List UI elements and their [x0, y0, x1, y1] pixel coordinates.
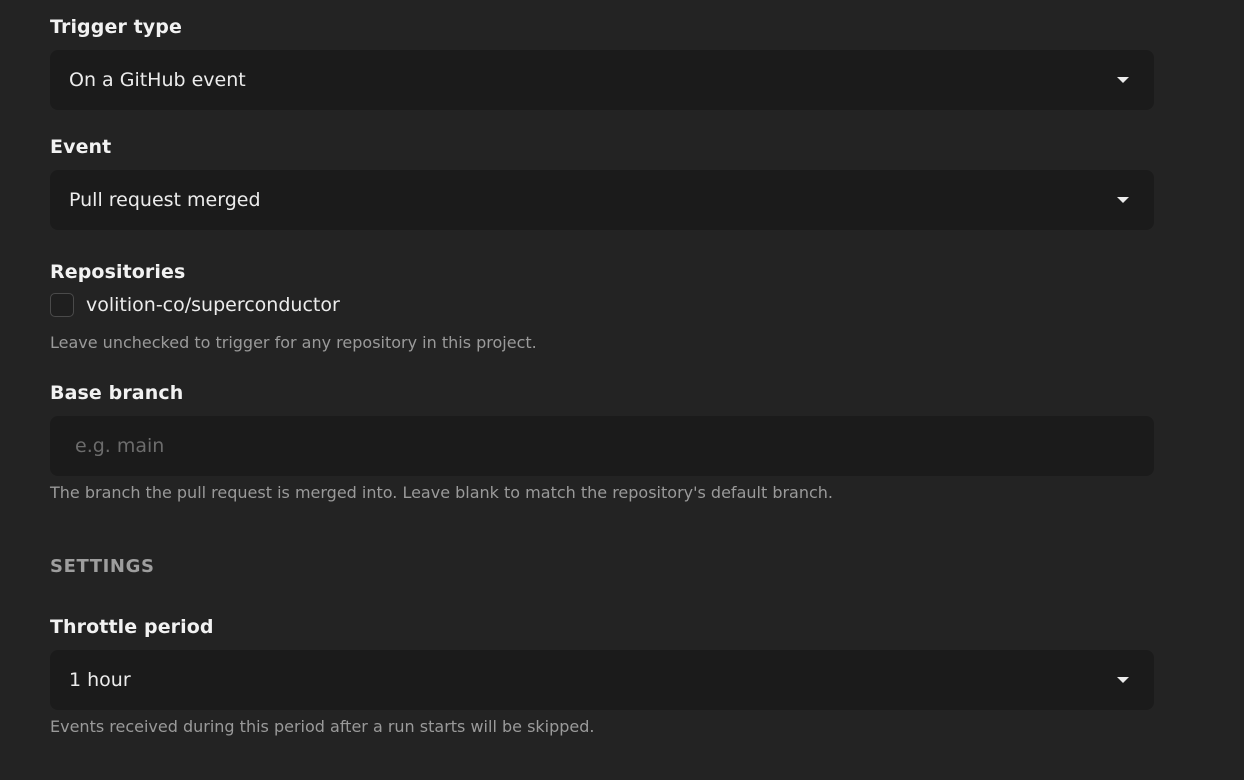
base-branch-help: The branch the pull request is merged in…	[50, 483, 834, 502]
throttle-period-label: Throttle period	[50, 616, 214, 638]
caret-down-icon	[1117, 197, 1129, 203]
base-branch-field[interactable]	[50, 416, 1154, 476]
repositories-label: Repositories	[50, 261, 186, 283]
throttle-period-help: Events received during this period after…	[50, 717, 595, 736]
repository-name[interactable]: volition-co/superconductor	[86, 294, 340, 316]
caret-down-icon	[1117, 77, 1129, 83]
repository-checkbox[interactable]	[50, 293, 74, 317]
throttle-period-value: 1 hour	[69, 669, 131, 691]
repository-option[interactable]: volition-co/superconductor	[50, 293, 340, 317]
trigger-type-label: Trigger type	[50, 16, 182, 38]
throttle-period-select[interactable]: 1 hour	[50, 650, 1154, 710]
base-branch-label: Base branch	[50, 382, 184, 404]
trigger-settings-form: Trigger type On a GitHub event Event Pul…	[0, 0, 1244, 780]
event-label: Event	[50, 136, 112, 158]
event-select[interactable]: Pull request merged	[50, 170, 1154, 230]
settings-section-heading: SETTINGS	[50, 556, 155, 577]
event-value: Pull request merged	[69, 189, 261, 211]
repositories-help: Leave unchecked to trigger for any repos…	[50, 333, 537, 352]
caret-down-icon	[1117, 677, 1129, 683]
trigger-type-value: On a GitHub event	[69, 69, 246, 91]
base-branch-input[interactable]	[50, 416, 1154, 476]
trigger-type-select[interactable]: On a GitHub event	[50, 50, 1154, 110]
